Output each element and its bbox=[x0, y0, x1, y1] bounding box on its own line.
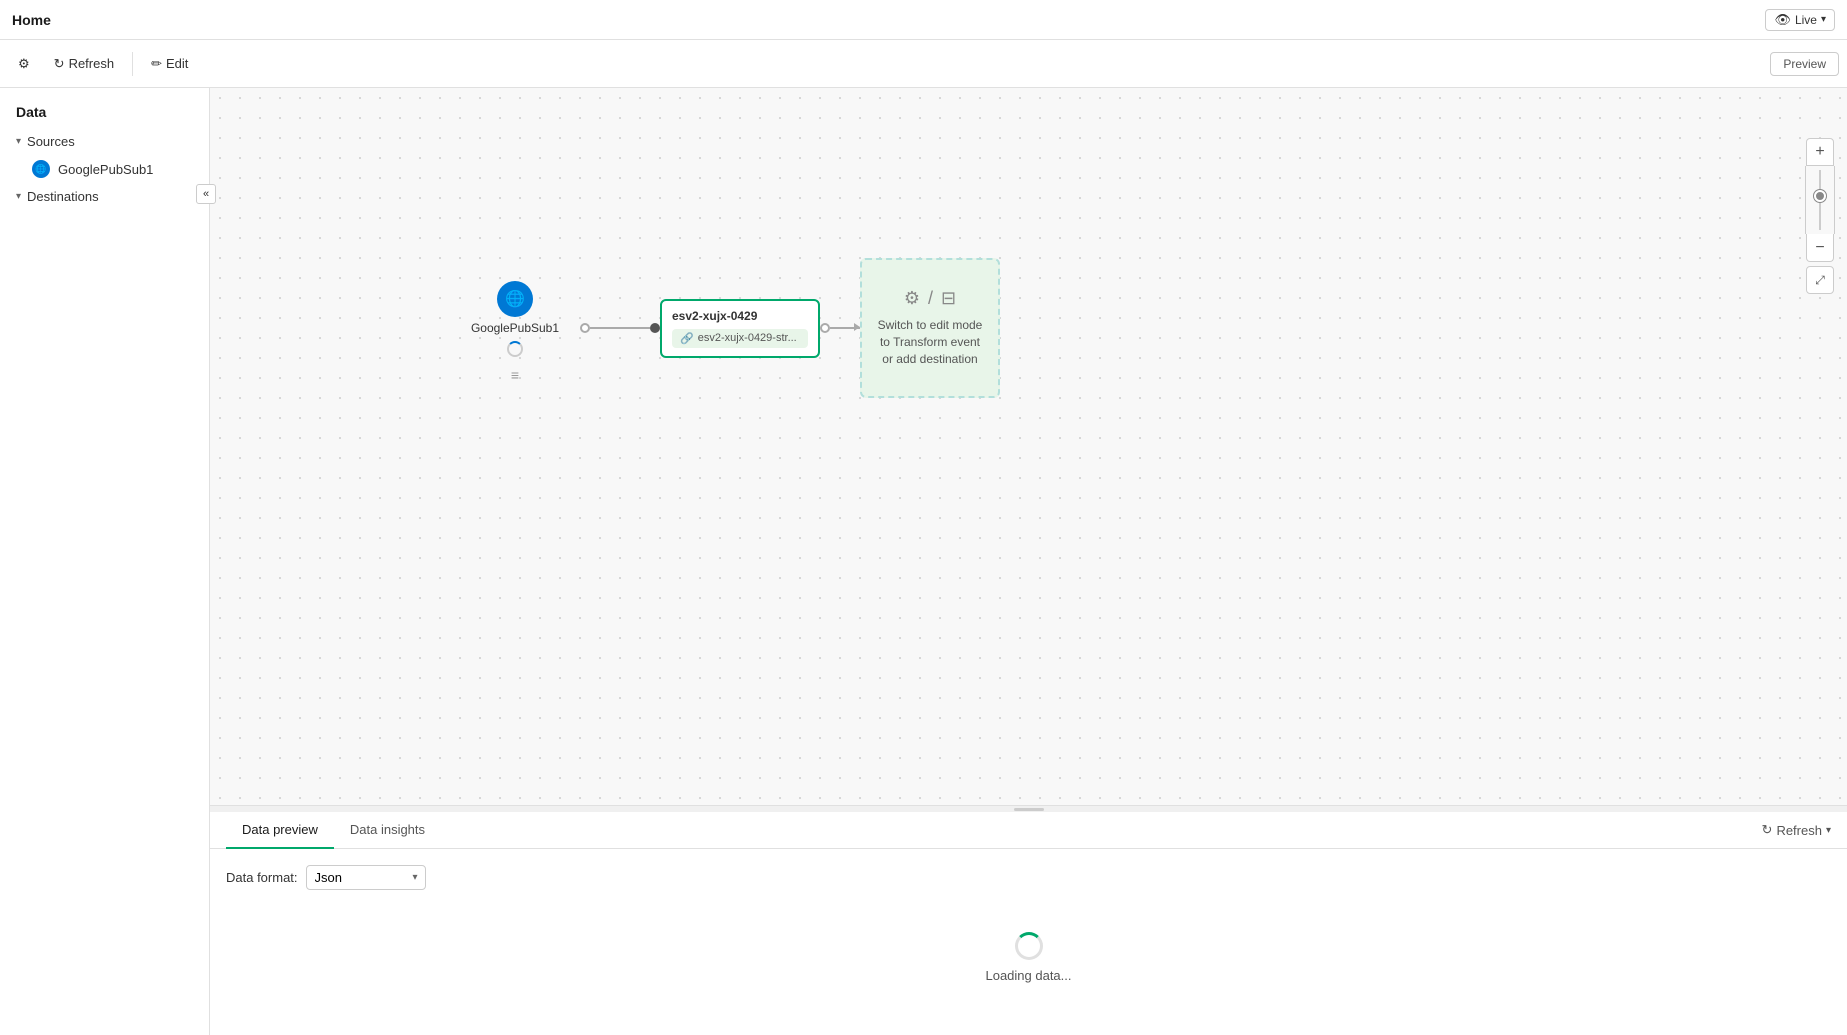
link-icon: 🔗 bbox=[680, 332, 694, 345]
bottom-panel: Data preview Data insights ↻ Refresh ▾ D… bbox=[210, 805, 1847, 1035]
edit-icon: ✏ bbox=[151, 56, 162, 72]
minus-icon: − bbox=[1815, 239, 1824, 257]
sidebar-title: Data bbox=[0, 100, 209, 128]
connector-line bbox=[590, 327, 650, 329]
page-title: Home bbox=[12, 12, 51, 28]
zoom-out-button[interactable]: − bbox=[1806, 234, 1834, 262]
plus-icon: + bbox=[1815, 143, 1824, 161]
sidebar: Data ▾ Sources 🌐 GooglePubSub1 ▾ Destina… bbox=[0, 88, 210, 1035]
settings-icon: ⚙ bbox=[904, 288, 920, 309]
preview-label: Preview bbox=[1783, 57, 1826, 71]
chevron-right-icon: ▾ bbox=[16, 191, 21, 202]
fit-button[interactable]: ⤢ bbox=[1806, 266, 1834, 294]
canvas-area: 🌐 GooglePubSub1 ≡ esv2-xujx-0429 bbox=[210, 88, 1847, 1035]
connector-left bbox=[580, 323, 660, 333]
loading-spinner bbox=[1015, 932, 1043, 960]
refresh-icon: ↻ bbox=[1762, 822, 1773, 838]
collapse-icon: « bbox=[203, 188, 209, 200]
globe-icon: 🌐 bbox=[35, 164, 46, 175]
destinations-label: Destinations bbox=[27, 189, 99, 204]
bottom-refresh-button[interactable]: ↻ Refresh ▾ bbox=[1762, 822, 1831, 838]
eventstream-sub: 🔗 esv2-xujx-0429-str... bbox=[672, 329, 808, 348]
destination-node[interactable]: ⚙ / ⊟ Switch to edit mode to Transform e… bbox=[860, 258, 1000, 398]
tab-data-preview-label: Data preview bbox=[242, 822, 318, 837]
bottom-refresh-label: Refresh bbox=[1776, 823, 1822, 838]
toolbar-separator bbox=[132, 52, 133, 76]
tab-data-preview[interactable]: Data preview bbox=[226, 812, 334, 849]
main-layout: Data ▾ Sources 🌐 GooglePubSub1 ▾ Destina… bbox=[0, 88, 1847, 1035]
refresh-label: Refresh bbox=[69, 56, 115, 71]
source-spinner bbox=[507, 341, 523, 357]
eventstream-title: esv2-xujx-0429 bbox=[672, 309, 808, 323]
source-node-icon: 🌐 bbox=[497, 281, 533, 317]
data-format-row: Data format: Json CSV Avro ▾ bbox=[226, 865, 1831, 890]
refresh-icon: ↻ bbox=[54, 56, 65, 72]
eventstream-sub-label: esv2-xujx-0429-str... bbox=[698, 332, 797, 344]
bottom-content: Data format: Json CSV Avro ▾ Loading dat… bbox=[210, 849, 1847, 1029]
refresh-button[interactable]: ↻ Refresh bbox=[44, 50, 124, 78]
zoom-handle bbox=[1814, 190, 1826, 202]
zoom-controls: + − ⤢ bbox=[1805, 138, 1835, 294]
destinations-section-header[interactable]: ▾ Destinations bbox=[0, 183, 209, 210]
sources-section-header[interactable]: ▾ Sources bbox=[0, 128, 209, 155]
right-arrow-line bbox=[830, 327, 860, 329]
live-badge[interactable]: 👁 Live ▾ bbox=[1765, 9, 1835, 31]
data-format-select-wrapper: Json CSV Avro ▾ bbox=[306, 865, 426, 890]
canvas-main[interactable]: 🌐 GooglePubSub1 ≡ esv2-xujx-0429 bbox=[210, 88, 1847, 805]
edit-button[interactable]: ✏ Edit bbox=[141, 50, 198, 78]
title-bar: Home 👁 Live ▾ bbox=[0, 0, 1847, 40]
loading-container: Loading data... bbox=[226, 902, 1831, 1013]
eye-icon: 👁 bbox=[1774, 12, 1791, 28]
source-node[interactable]: 🌐 GooglePubSub1 ≡ bbox=[450, 273, 580, 383]
zoom-slider[interactable] bbox=[1805, 166, 1835, 234]
source-menu-icon: ≡ bbox=[511, 367, 519, 383]
export-icon: ⊟ bbox=[941, 288, 956, 309]
source-icon: 🌐 bbox=[32, 160, 50, 178]
edit-label: Edit bbox=[166, 56, 188, 71]
pipeline-container: 🌐 GooglePubSub1 ≡ esv2-xujx-0429 bbox=[450, 258, 1000, 398]
preview-button[interactable]: Preview bbox=[1770, 52, 1839, 76]
gear-icon: ⚙ bbox=[18, 56, 30, 72]
sidebar-item-googlepubsub1[interactable]: 🌐 GooglePubSub1 bbox=[0, 155, 209, 183]
data-format-label: Data format: bbox=[226, 870, 298, 885]
bottom-tabs: Data preview Data insights ↻ Refresh ▾ bbox=[210, 812, 1847, 849]
destination-icons: ⚙ / ⊟ bbox=[904, 288, 956, 309]
chevron-down-icon: ▾ bbox=[1826, 825, 1831, 836]
connector-dot-filled bbox=[650, 323, 660, 333]
loading-text: Loading data... bbox=[985, 968, 1071, 983]
data-format-select[interactable]: Json CSV Avro bbox=[306, 865, 426, 890]
sources-label: Sources bbox=[27, 134, 75, 149]
divider-icon: / bbox=[928, 288, 933, 309]
zoom-track bbox=[1819, 170, 1821, 230]
toolbar: ⚙ ↻ Refresh ✏ Edit Preview bbox=[0, 40, 1847, 88]
right-dot bbox=[820, 323, 830, 333]
source-node-label: GooglePubSub1 bbox=[471, 321, 559, 335]
connector-dot-empty bbox=[580, 323, 590, 333]
zoom-in-button[interactable]: + bbox=[1806, 138, 1834, 166]
live-label: Live bbox=[1795, 13, 1817, 27]
chevron-down-icon: ▾ bbox=[1821, 14, 1826, 25]
collapse-sidebar-button[interactable]: « bbox=[196, 184, 216, 204]
settings-button[interactable]: ⚙ bbox=[8, 50, 40, 78]
source-label: GooglePubSub1 bbox=[58, 162, 153, 177]
fit-icon: ⤢ bbox=[1815, 273, 1825, 288]
resize-dot bbox=[1014, 808, 1044, 811]
chevron-down-icon: ▾ bbox=[16, 136, 21, 147]
tab-data-insights-label: Data insights bbox=[350, 822, 425, 837]
connector-right bbox=[820, 323, 860, 333]
eventstream-node[interactable]: esv2-xujx-0429 🔗 esv2-xujx-0429-str... bbox=[660, 299, 820, 358]
destination-text: Switch to edit mode to Transform event o… bbox=[874, 317, 986, 367]
tab-data-insights[interactable]: Data insights bbox=[334, 812, 441, 849]
